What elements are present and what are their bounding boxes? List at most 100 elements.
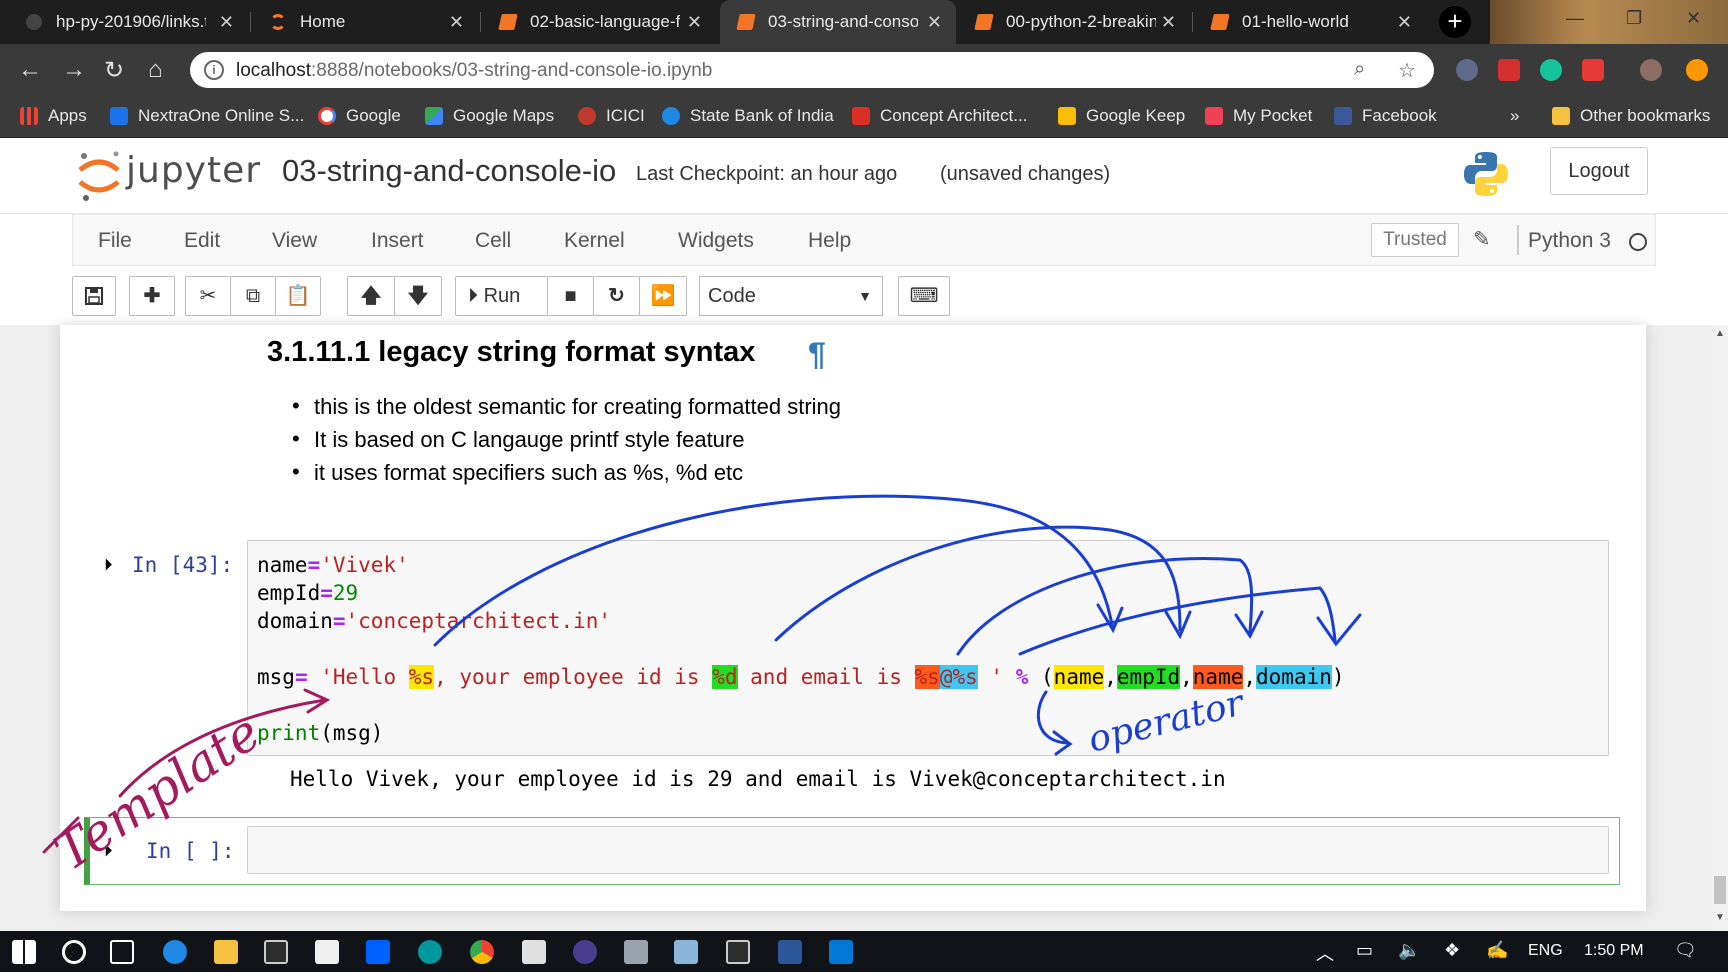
- restart-button[interactable]: ↻: [593, 276, 640, 316]
- menu-edit[interactable]: Edit: [184, 229, 220, 253]
- star-icon[interactable]: ☆: [1398, 58, 1416, 83]
- zoom-icon[interactable]: ⌕: [1354, 58, 1365, 81]
- edge-icon[interactable]: [163, 940, 187, 964]
- close-icon[interactable]: ✕: [1161, 12, 1176, 33]
- minimize-icon[interactable]: —: [1566, 8, 1584, 29]
- menu-view[interactable]: View: [272, 229, 317, 253]
- bookmark-apps[interactable]: Apps: [20, 106, 87, 126]
- tab-01-hello[interactable]: 01-hello-world ✕: [1194, 0, 1426, 44]
- forward-icon[interactable]: →: [62, 56, 86, 84]
- bookmark-my-pocket[interactable]: My Pocket: [1205, 106, 1312, 126]
- back-icon[interactable]: ←: [18, 56, 42, 84]
- tab-03-string[interactable]: 03-string-and-consol ✕: [720, 0, 956, 44]
- move-down-button[interactable]: 🡇: [394, 276, 442, 316]
- bookmark-facebook[interactable]: Facebook: [1334, 106, 1437, 126]
- menu-file[interactable]: File: [98, 229, 132, 253]
- interrupt-button[interactable]: ■: [547, 276, 594, 316]
- code-input[interactable]: [247, 540, 1609, 756]
- grammarly-icon[interactable]: [1540, 59, 1562, 81]
- pencil-icon[interactable]: ✎: [1473, 227, 1491, 252]
- bookmark-icici[interactable]: ICICI: [578, 106, 645, 126]
- reload-icon[interactable]: ↻: [104, 56, 124, 85]
- search-icon[interactable]: [62, 940, 86, 964]
- windows-start-icon[interactable]: [12, 940, 36, 964]
- tab-home[interactable]: Home ✕: [252, 0, 478, 44]
- extension-icon[interactable]: [1498, 59, 1520, 81]
- tab-links[interactable]: hp-py-201906/links.t ✕: [8, 0, 248, 44]
- cut-button[interactable]: ✂: [185, 276, 231, 316]
- menu-kernel[interactable]: Kernel: [564, 229, 625, 253]
- chrome-icon[interactable]: [470, 940, 494, 964]
- avatar[interactable]: [1640, 59, 1662, 81]
- bookmark-google-maps[interactable]: Google Maps: [425, 106, 554, 126]
- update-icon[interactable]: [1686, 59, 1708, 81]
- run-cell-icon[interactable]: ⏵: [104, 841, 113, 861]
- terminal-icon[interactable]: [264, 940, 288, 964]
- menu-help[interactable]: Help: [808, 229, 851, 253]
- app-icon[interactable]: [573, 940, 597, 964]
- close-icon[interactable]: ✕: [927, 12, 942, 33]
- clock[interactable]: 1:50 PM: [1584, 942, 1644, 960]
- bookmark-concept-architect[interactable]: Concept Architect...: [852, 106, 1027, 126]
- other-bookmarks[interactable]: Other bookmarks: [1552, 106, 1710, 126]
- arduino-icon[interactable]: [418, 940, 442, 964]
- info-icon[interactable]: i: [204, 60, 224, 80]
- app-icon[interactable]: [674, 940, 698, 964]
- cell-type-select[interactable]: Code ▼: [699, 276, 883, 316]
- copy-button[interactable]: ⧉: [230, 276, 276, 316]
- bookmark-sbi[interactable]: State Bank of India: [662, 106, 834, 126]
- dropbox-tray-icon[interactable]: ❖: [1444, 940, 1460, 961]
- bookmark-google-keep[interactable]: Google Keep: [1058, 106, 1185, 126]
- scroll-down-icon[interactable]: ▼: [1712, 912, 1728, 923]
- bookmarks-overflow-button[interactable]: »: [1510, 106, 1519, 126]
- url-bar[interactable]: i localhost:8888/notebooks/03-string-and…: [190, 52, 1434, 88]
- new-tab-button[interactable]: +: [1439, 6, 1471, 38]
- scrollbar[interactable]: [1712, 325, 1728, 931]
- jupyter-logo-icon[interactable]: [76, 148, 122, 209]
- tab-00-python[interactable]: 00-python-2-breakin ✕: [958, 0, 1190, 44]
- gmail-icon[interactable]: [1582, 59, 1604, 81]
- trusted-indicator[interactable]: Trusted: [1371, 223, 1459, 257]
- scroll-up-icon[interactable]: ▲: [1712, 328, 1728, 339]
- command-palette-button[interactable]: ⌨: [898, 276, 950, 316]
- insert-cell-button[interactable]: ✚: [129, 276, 175, 316]
- volume-icon[interactable]: 🔈: [1398, 940, 1420, 961]
- menu-widgets[interactable]: Widgets: [678, 229, 754, 253]
- menu-insert[interactable]: Insert: [371, 229, 424, 253]
- chevron-up-icon[interactable]: ︿: [1316, 940, 1334, 966]
- scrollbar-thumb[interactable]: [1714, 876, 1726, 904]
- run-button[interactable]: ⏵ Run: [455, 276, 548, 316]
- restart-run-all-button[interactable]: ⏩: [639, 276, 687, 316]
- pen-icon[interactable]: ✍: [1486, 940, 1508, 961]
- url-text[interactable]: localhost:8888/notebooks/03-string-and-c…: [236, 60, 712, 82]
- logout-button[interactable]: Logout: [1550, 147, 1648, 195]
- extension-icon[interactable]: [1456, 59, 1478, 81]
- restore-icon[interactable]: ❐: [1626, 8, 1642, 29]
- jupyter-wordmark[interactable]: jupyter: [126, 150, 261, 191]
- move-up-button[interactable]: 🡅: [347, 276, 395, 316]
- close-icon[interactable]: ✕: [219, 12, 234, 33]
- close-icon[interactable]: ✕: [449, 12, 464, 33]
- window-close-icon[interactable]: ✕: [1686, 8, 1701, 29]
- kernel-name[interactable]: Python 3: [1528, 229, 1611, 253]
- close-icon[interactable]: ✕: [687, 12, 702, 33]
- notifications-icon[interactable]: 🗨: [1674, 940, 1697, 961]
- bookmark-google[interactable]: Google: [318, 106, 401, 126]
- mail-icon[interactable]: [522, 940, 546, 964]
- dropbox-icon[interactable]: [366, 940, 390, 964]
- paste-button[interactable]: 📋: [275, 276, 321, 316]
- anchor-link[interactable]: ¶: [808, 336, 826, 373]
- vscode-icon[interactable]: [829, 940, 853, 964]
- bookmark-nextraone[interactable]: NextraOne Online S...: [110, 106, 304, 126]
- home-icon[interactable]: ⌂: [148, 56, 163, 84]
- word-icon[interactable]: [778, 940, 802, 964]
- store-icon[interactable]: [315, 940, 339, 964]
- close-icon[interactable]: ✕: [1397, 12, 1412, 33]
- code-input[interactable]: [247, 826, 1609, 874]
- app-icon[interactable]: [624, 940, 648, 964]
- run-cell-icon[interactable]: ⏵: [104, 555, 113, 575]
- language-indicator[interactable]: ENG: [1528, 942, 1563, 960]
- save-button[interactable]: [72, 276, 116, 316]
- notebook-name[interactable]: 03-string-and-console-io: [282, 153, 616, 189]
- terminal-icon[interactable]: [726, 940, 750, 964]
